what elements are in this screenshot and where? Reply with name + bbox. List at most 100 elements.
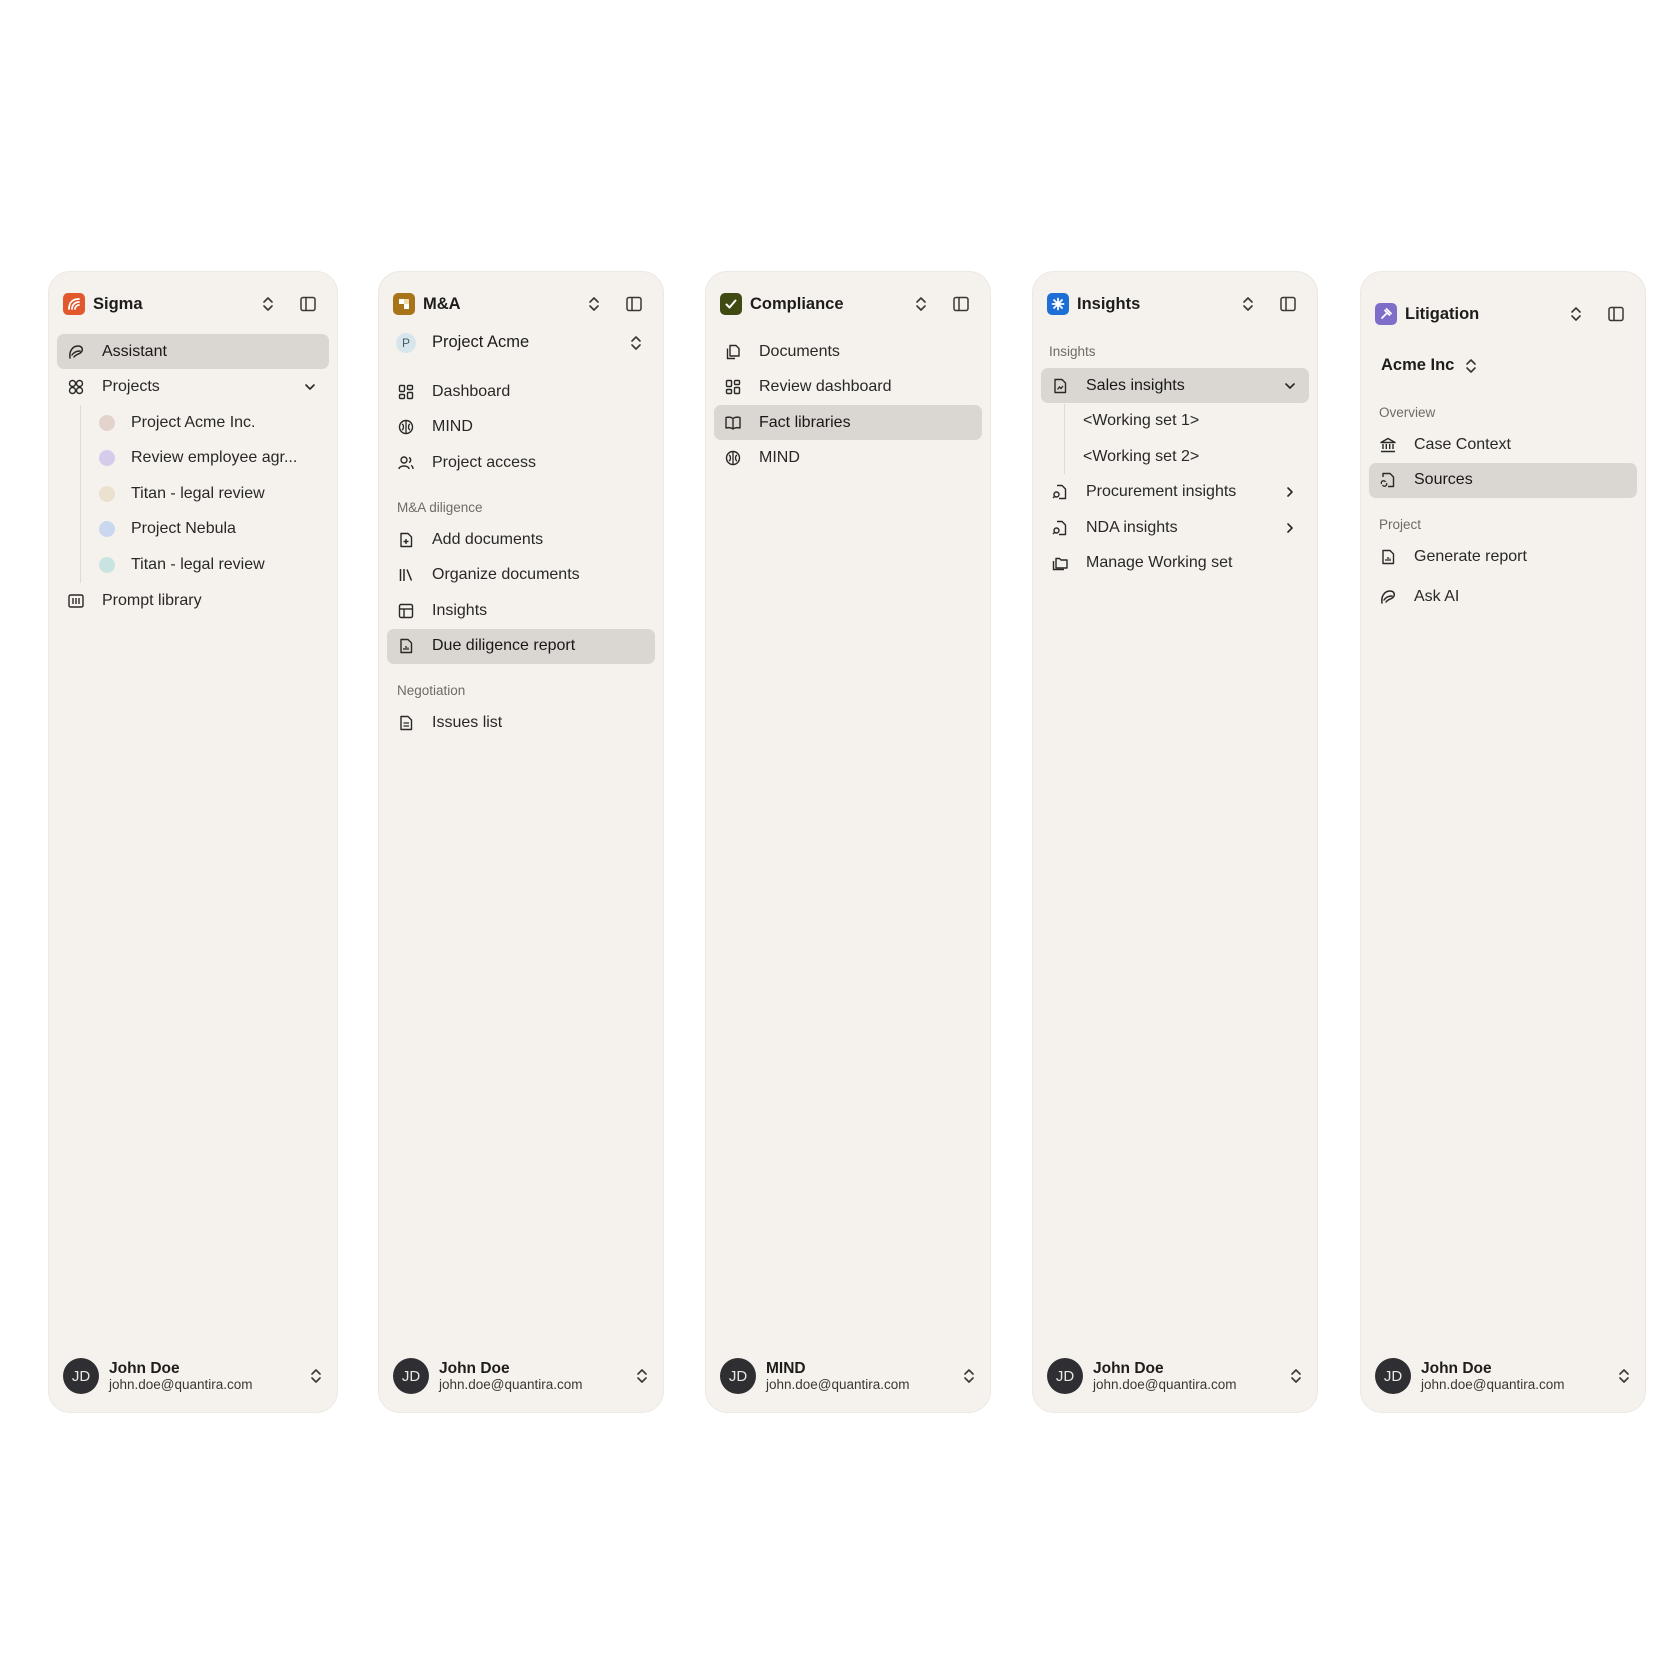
- sidebar-sigma: Sigma Assistant Projects Project Acme In…: [48, 271, 338, 1413]
- file-search-icon: [1050, 518, 1070, 538]
- user-switcher-icon[interactable]: [962, 1368, 976, 1384]
- project-switcher-icon[interactable]: [627, 334, 645, 352]
- compliance-logo-icon: [720, 293, 742, 315]
- documents-icon: [723, 342, 743, 362]
- project-item[interactable]: Titan - legal review: [85, 476, 329, 511]
- ma-logo-icon: [393, 293, 415, 315]
- user-switcher-icon[interactable]: [1289, 1368, 1303, 1384]
- collapse-sidebar-icon[interactable]: [293, 289, 323, 319]
- workspace-name: Sigma: [93, 294, 143, 313]
- collapse-sidebar-icon[interactable]: [619, 289, 649, 319]
- nav-item-insights[interactable]: Insights: [387, 593, 655, 628]
- brain-icon: [396, 417, 416, 437]
- insights-logo-icon: [1047, 293, 1069, 315]
- table-icon: [396, 601, 416, 621]
- workspace-switcher-icon[interactable]: [906, 289, 936, 319]
- collapse-sidebar-icon[interactable]: [946, 289, 976, 319]
- nav-item-assistant[interactable]: Assistant: [57, 334, 329, 369]
- section-heading: M&A diligence: [397, 499, 483, 515]
- sidebar-nav: Documents Review dashboard Fact librarie…: [714, 334, 982, 476]
- file-search-icon: [1050, 482, 1070, 502]
- collapse-sidebar-icon[interactable]: [1601, 299, 1631, 329]
- project-item[interactable]: Project Nebula: [85, 512, 329, 547]
- sidebar-ma: M&A P Project Acme Dashboard MIND Projec…: [378, 271, 664, 1413]
- nav-item-procurement-insights[interactable]: Procurement insights: [1041, 475, 1309, 510]
- nav-item-manage-working-set[interactable]: Manage Working set: [1041, 546, 1309, 581]
- user-email: john.doe@quantira.com: [439, 1376, 583, 1392]
- user-switcher-icon[interactable]: [309, 1368, 323, 1384]
- org-switcher[interactable]: Acme Inc: [1369, 348, 1637, 383]
- user-name: John Doe: [439, 1359, 510, 1377]
- project-item[interactable]: Project Acme Inc.: [85, 405, 329, 440]
- nav-item-documents[interactable]: Documents: [714, 334, 982, 369]
- sidebar-nav: Acme Inc Overview Case Context Sources P…: [1369, 348, 1637, 615]
- nav-item-project-access[interactable]: Project access: [387, 445, 655, 480]
- assistant-icon: [1378, 587, 1398, 607]
- avatar: JD: [393, 1358, 429, 1394]
- user-switcher-icon[interactable]: [635, 1368, 649, 1384]
- workspace-switcher-icon[interactable]: [1561, 299, 1591, 329]
- sidebar-header: Sigma: [63, 287, 323, 321]
- assistant-icon: [66, 342, 86, 362]
- chevron-right-icon[interactable]: [1281, 519, 1299, 537]
- user-menu[interactable]: JD John Doe john.doe@quantira.com: [1375, 1356, 1631, 1396]
- user-menu[interactable]: JD John Doe john.doe@quantira.com: [1047, 1356, 1303, 1396]
- users-icon: [396, 453, 416, 473]
- working-set-item[interactable]: <Working set 1>: [1069, 404, 1309, 439]
- nav-item-projects[interactable]: Projects: [57, 370, 329, 405]
- workspace-switcher-icon[interactable]: [1233, 289, 1263, 319]
- chevron-down-icon[interactable]: [1281, 377, 1299, 395]
- nav-item-issues-list[interactable]: Issues list: [387, 706, 655, 741]
- collapse-sidebar-icon[interactable]: [1273, 289, 1303, 319]
- chevron-down-icon[interactable]: [301, 378, 319, 396]
- workspace-switcher-icon[interactable]: [253, 289, 283, 319]
- user-name: John Doe: [109, 1359, 180, 1377]
- nav-item-mind[interactable]: MIND: [714, 441, 982, 476]
- nav-item-sales-insights[interactable]: Sales insights: [1041, 368, 1309, 403]
- nav-item-sources[interactable]: Sources: [1369, 462, 1637, 498]
- user-menu[interactable]: JD John Doe john.doe@quantira.com: [393, 1356, 649, 1396]
- project-color-dot: [99, 485, 115, 502]
- avatar: JD: [1375, 1358, 1411, 1394]
- dashboard-icon: [396, 382, 416, 402]
- nav-item-due-diligence-report[interactable]: Due diligence report: [387, 628, 655, 664]
- books-icon: [396, 565, 416, 585]
- project-color-dot: [99, 557, 115, 574]
- nav-item-nda-insights[interactable]: NDA insights: [1041, 510, 1309, 545]
- project-item[interactable]: Titan - legal review: [85, 548, 329, 583]
- workspace-switcher-icon[interactable]: [579, 289, 609, 319]
- project-color-dot: [99, 450, 115, 467]
- nav-item-review-dashboard[interactable]: Review dashboard: [714, 370, 982, 405]
- nav-item-prompt-library[interactable]: Prompt library: [57, 583, 329, 618]
- nav-item-mind[interactable]: MIND: [387, 410, 655, 445]
- report-icon: [396, 636, 416, 656]
- sidebar-header: Insights: [1047, 287, 1303, 321]
- user-switcher-icon[interactable]: [1617, 1368, 1631, 1384]
- user-email: john.doe@quantira.com: [1421, 1376, 1565, 1392]
- working-set-item[interactable]: <Working set 2>: [1069, 439, 1309, 474]
- nav-item-organize-documents[interactable]: Organize documents: [387, 558, 655, 593]
- bank-icon: [1378, 435, 1398, 455]
- user-email: john.doe@quantira.com: [1093, 1376, 1237, 1392]
- user-menu[interactable]: JD John Doe john.doe@quantira.com: [63, 1356, 323, 1396]
- file-plus-icon: [396, 530, 416, 550]
- project-item[interactable]: Review employee agr...: [85, 441, 329, 476]
- org-switcher-icon[interactable]: [1464, 358, 1478, 374]
- section-heading: Overview: [1379, 404, 1436, 420]
- file-link-icon: [1378, 470, 1398, 490]
- sidebar-compliance: Compliance Documents Review dashboard Fa…: [705, 271, 991, 1413]
- nav-item-generate-report[interactable]: Generate report: [1369, 540, 1637, 575]
- project-avatar: P: [396, 332, 416, 353]
- nav-item-fact-libraries[interactable]: Fact libraries: [714, 405, 982, 441]
- sidebar-insights: Insights Insights Sales insights <Workin…: [1032, 271, 1318, 1413]
- project-switcher[interactable]: P Project Acme: [387, 325, 655, 360]
- workspace-name: Litigation: [1405, 304, 1480, 323]
- user-menu[interactable]: JD MIND john.doe@quantira.com: [720, 1356, 976, 1396]
- nav-item-dashboard[interactable]: Dashboard: [387, 374, 655, 409]
- chevron-right-icon[interactable]: [1281, 483, 1299, 501]
- nav-item-add-documents[interactable]: Add documents: [387, 522, 655, 557]
- dashboard-icon: [723, 377, 743, 397]
- nav-item-case-context[interactable]: Case Context: [1369, 427, 1637, 462]
- project-color-dot: [99, 414, 115, 431]
- nav-item-ask-ai[interactable]: Ask AI: [1369, 580, 1637, 615]
